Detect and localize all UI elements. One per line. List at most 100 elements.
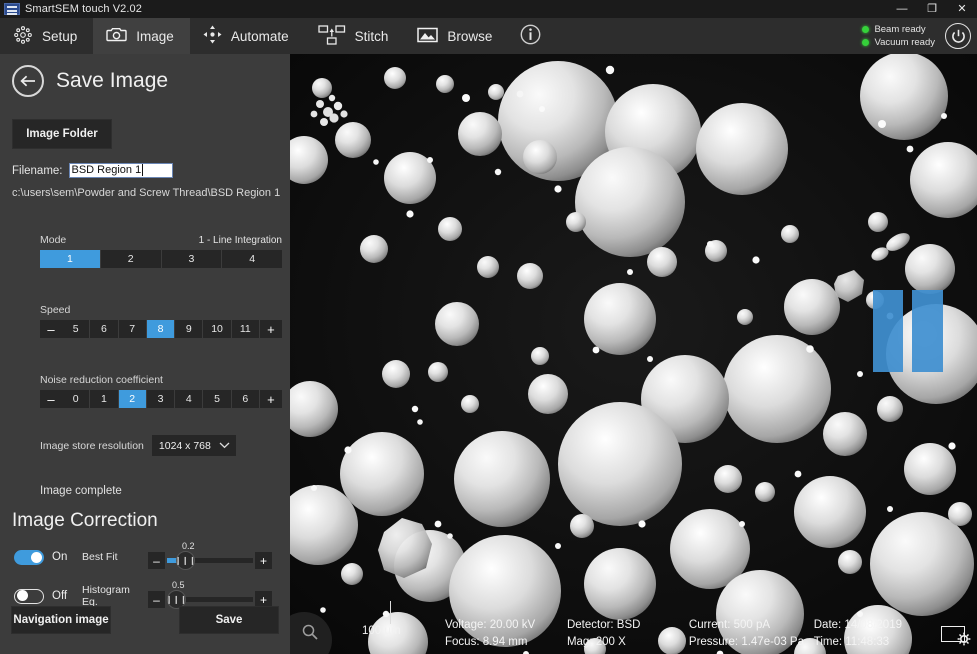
save-image-panel: Save Image Image Folder Filename: BSD Re… [0,54,290,654]
beam-ready-status: Beam ready [862,24,935,35]
tab-browse[interactable]: Browse [404,18,508,54]
noise-option-6[interactable]: 6 [232,390,260,408]
image-settings-gear-icon[interactable] [941,624,971,648]
stitch-tiles-icon [318,24,346,49]
mode-option-4[interactable]: 4 [222,250,282,268]
smartsem-logo-icon [4,3,20,15]
tab-setup-label: Setup [42,29,77,44]
current-value: Current: 500 pA [689,619,814,631]
app-body: Save Image Image Folder Filename: BSD Re… [0,54,977,654]
page-title: Save Image [56,69,168,93]
panel-action-buttons: Navigation image Save [0,606,290,634]
tab-automate-label: Automate [231,29,289,44]
focus-value: Focus: 8.94 mm [445,636,567,648]
sem-image-viewport[interactable]: 100 µm Voltage: 20.00 kV Focus: 8.94 mm … [290,54,977,654]
picture-icon [417,27,438,46]
best-fit-increment-button[interactable]: + [255,552,272,569]
best-fit-slider-handle[interactable]: ❙❙❙ [176,551,195,570]
mode-group: Mode 1 - Line Integration 1 2 3 4 [40,234,282,268]
speed-option-6[interactable]: 6 [90,320,118,338]
tab-stitch[interactable]: Stitch [305,18,405,54]
filename-row: Filename: BSD Region 1 [12,163,290,178]
filename-value: BSD Region 1 [72,164,142,177]
speed-option-8[interactable]: 8 [147,320,175,338]
mode-segment-control: 1 2 3 4 [40,250,282,268]
status-lamps: Beam ready Vacuum ready [862,18,935,54]
best-fit-toggle[interactable] [14,550,44,565]
tab-setup[interactable]: Setup [0,18,93,54]
tab-automate[interactable]: Automate [190,18,305,54]
noise-option-2[interactable]: 2 [119,390,147,408]
noise-option-1[interactable]: 1 [90,390,118,408]
histogram-eq-handle-glyph: ❙❙❙ [166,595,188,604]
arrow-left-icon[interactable] [12,65,44,97]
camera-icon [106,26,127,46]
noise-decrement-button[interactable]: – [40,390,62,408]
speed-increment-button[interactable]: + [260,320,282,338]
best-fit-decrement-button[interactable]: – [148,552,165,569]
tab-info[interactable] [508,18,562,54]
scale-bar-label: 100 µm [362,625,401,637]
best-fit-row: On Best Fit 0.2 – ❙❙❙ + [0,543,290,571]
main-navbar: Setup Image Automate [0,18,977,54]
roi-rectangle-2[interactable] [912,290,943,372]
power-icon[interactable] [945,23,971,49]
detector-value: Detector: BSD [567,619,689,631]
image-correction-title: Image Correction [12,510,290,532]
resolution-label: Image store resolution [40,440,144,452]
molecule-setup-icon [13,25,33,48]
best-fit-slider-block: 0.2 – ❙❙❙ + [148,543,276,571]
speed-option-10[interactable]: 10 [203,320,231,338]
noise-option-3[interactable]: 3 [147,390,175,408]
tab-image-label: Image [136,29,174,44]
beam-status-label: Beam ready [874,24,925,35]
noise-option-4[interactable]: 4 [175,390,203,408]
noise-option-5[interactable]: 5 [203,390,231,408]
window-titlebar: SmartSEM touch V2.02 — ❐ ✕ [0,0,977,18]
mode-label: Mode [40,234,66,246]
best-fit-slider-track[interactable]: ❙❙❙ [167,558,253,563]
histogram-eq-toggle-label: Off [52,590,82,602]
histogram-eq-name: Histogram Eq. [82,584,148,608]
mode-value-text: 1 - Line Integration [199,235,282,246]
mode-option-1[interactable]: 1 [40,250,101,268]
chevron-down-icon [219,441,230,451]
filename-input[interactable]: BSD Region 1 [69,163,173,178]
close-button[interactable]: ✕ [947,0,977,18]
roi-rectangle-1[interactable] [873,290,903,372]
speed-option-9[interactable]: 9 [175,320,203,338]
histogram-eq-toggle[interactable] [14,589,44,604]
move-arrows-icon [203,25,222,47]
voltage-value: Voltage: 20.00 kV [445,619,567,631]
window-controls: — ❐ ✕ [887,0,977,18]
noise-increment-button[interactable]: + [260,390,282,408]
best-fit-handle-glyph: ❙❙❙ [175,556,197,565]
navigation-image-button[interactable]: Navigation image [11,606,111,634]
mode-option-2[interactable]: 2 [101,250,162,268]
vacuum-status-label: Vacuum ready [874,37,935,48]
file-path-text: c:\users\sem\Powder and Screw Thread\BSD… [12,187,290,199]
speed-option-11[interactable]: 11 [232,320,260,338]
image-status-text: Image complete [40,485,290,497]
noise-reduction-segment-control: – 0 1 2 3 4 5 6 + [40,390,282,408]
histogram-eq-slider-track[interactable]: ❙❙❙ [167,597,253,602]
pressure-value: Pressure: 1.47e-03 Pa [689,636,814,648]
page-header: Save Image [0,54,290,97]
date-value: Date: 14/08/2019 [814,619,929,631]
speed-option-7[interactable]: 7 [119,320,147,338]
mag-value: Mag: 200 X [567,636,689,648]
window-title: SmartSEM touch V2.02 [25,3,142,15]
vacuum-ready-status: Vacuum ready [862,37,935,48]
save-button[interactable]: Save [179,606,279,634]
tab-image[interactable]: Image [93,18,190,54]
best-fit-value: 0.2 [182,541,195,551]
minimize-button[interactable]: — [887,0,917,18]
resolution-select[interactable]: 1024 x 768 [152,435,236,456]
restore-button[interactable]: ❐ [917,0,947,18]
noise-option-0[interactable]: 0 [62,390,90,408]
speed-option-5[interactable]: 5 [62,320,90,338]
speed-decrement-button[interactable]: – [40,320,62,338]
image-folder-button[interactable]: Image Folder [12,119,112,149]
mode-option-3[interactable]: 3 [162,250,223,268]
speed-segment-control: – 5 6 7 8 9 10 11 + [40,320,282,338]
